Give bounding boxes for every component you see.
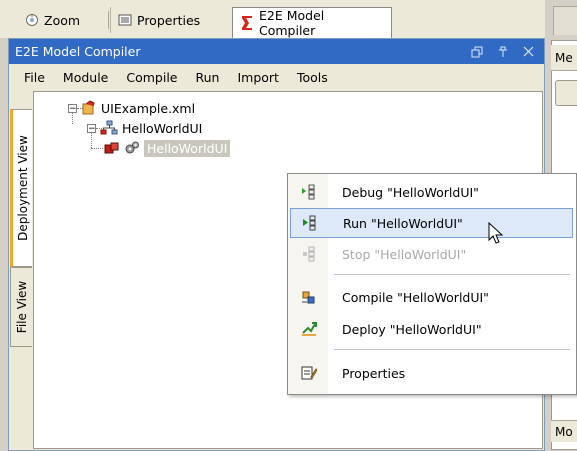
adjacent-panel-button[interactable]: [555, 80, 577, 106]
menu-item-deploy-label: Deploy "HelloWorldUI": [342, 321, 482, 337]
menu-item-run-label: Run "HelloWorldUI": [343, 215, 463, 231]
tree-node-module-label: HelloWorldUI: [122, 120, 203, 136]
adjacent-panel-tab[interactable]: [553, 6, 577, 35]
tree-node-component[interactable]: HelloWorldUI: [104, 138, 231, 158]
component-cubes-icon: [104, 140, 120, 156]
xml-package-icon: [81, 100, 97, 116]
module-network-icon: [100, 120, 118, 136]
zoom-icon: [25, 13, 39, 27]
close-icon[interactable]: [523, 46, 534, 57]
gears-icon: [124, 140, 140, 156]
stop-icon: [290, 246, 328, 262]
menu-item-compile[interactable]: Compile "HelloWorldUI": [290, 282, 573, 312]
context-menu-separator: [334, 274, 570, 275]
menu-item-deploy[interactable]: Deploy "HelloWorldUI": [290, 314, 573, 344]
tab-file-view[interactable]: File View: [10, 267, 32, 347]
pin-icon[interactable]: [497, 46, 509, 58]
context-menu-separator: [334, 349, 570, 350]
tree-connector: [91, 148, 103, 149]
menu-item-debug[interactable]: Debug "HelloWorldUI": [290, 177, 573, 207]
tree-node-component-label: HelloWorldUI: [144, 139, 231, 157]
menu-run[interactable]: Run: [187, 70, 229, 85]
properties-icon: [118, 13, 132, 27]
context-menu: Debug "HelloWorldUI" Run "HelloWorldUI" …: [287, 173, 577, 395]
tab-e2e-model-compiler[interactable]: E2E Model Compiler: [232, 7, 392, 38]
tab-separator: [108, 11, 109, 29]
collapse-icon[interactable]: −: [87, 123, 96, 133]
tab-deployment-view[interactable]: Deployment View: [10, 109, 32, 267]
panel-titlebar: E2E Model Compiler: [9, 39, 544, 64]
panel-title-controls: [471, 39, 534, 64]
compile-icon: [290, 289, 328, 305]
run-icon: [291, 215, 329, 231]
menu-item-compile-label: Compile "HelloWorldUI": [342, 289, 489, 305]
tab-zoom-label: Zoom: [44, 12, 81, 28]
panel-title: E2E Model Compiler: [15, 44, 141, 59]
menubar: File Module Compile Run Import Tools: [9, 64, 544, 91]
menu-item-debug-label: Debug "HelloWorldUI": [342, 184, 479, 200]
menu-compile[interactable]: Compile: [117, 70, 186, 85]
menu-item-properties-label: Properties: [342, 365, 406, 381]
menu-import[interactable]: Import: [228, 70, 288, 85]
tree-node-module[interactable]: − HelloWorldUI: [87, 118, 202, 138]
menu-item-stop-label: Stop "HelloWorldUI": [342, 246, 467, 262]
tab-properties[interactable]: Properties: [110, 7, 230, 33]
top-tab-strip: Zoom Properties E2E Model Compiler: [0, 0, 545, 38]
menu-item-stop[interactable]: Stop "HelloWorldUI": [290, 239, 573, 269]
tab-properties-label: Properties: [137, 12, 201, 28]
tree-node-root[interactable]: − UIExample.xml: [68, 98, 195, 118]
tab-deployment-view-label: Deployment View: [15, 135, 30, 241]
properties-pencil-icon: [290, 365, 328, 381]
menu-module[interactable]: Module: [54, 70, 117, 85]
menu-tools[interactable]: Tools: [288, 70, 337, 85]
menu-item-properties[interactable]: Properties: [290, 358, 573, 388]
adjacent-panel-header[interactable]: Me: [551, 45, 577, 71]
restore-icon[interactable]: [471, 46, 483, 58]
tree-node-root-label: UIExample.xml: [101, 100, 196, 116]
deploy-icon: [290, 321, 328, 337]
e2e-icon: [240, 15, 254, 31]
adjacent-panel-footer[interactable]: Mo: [551, 420, 577, 442]
menu-item-run[interactable]: Run "HelloWorldUI": [290, 208, 573, 238]
tab-zoom[interactable]: Zoom: [18, 7, 110, 33]
tab-file-view-label: File View: [14, 280, 29, 334]
collapse-icon[interactable]: −: [68, 103, 77, 113]
debug-icon: [290, 184, 328, 200]
menu-file[interactable]: File: [15, 70, 54, 85]
tab-e2e-label: E2E Model Compiler: [259, 8, 325, 38]
